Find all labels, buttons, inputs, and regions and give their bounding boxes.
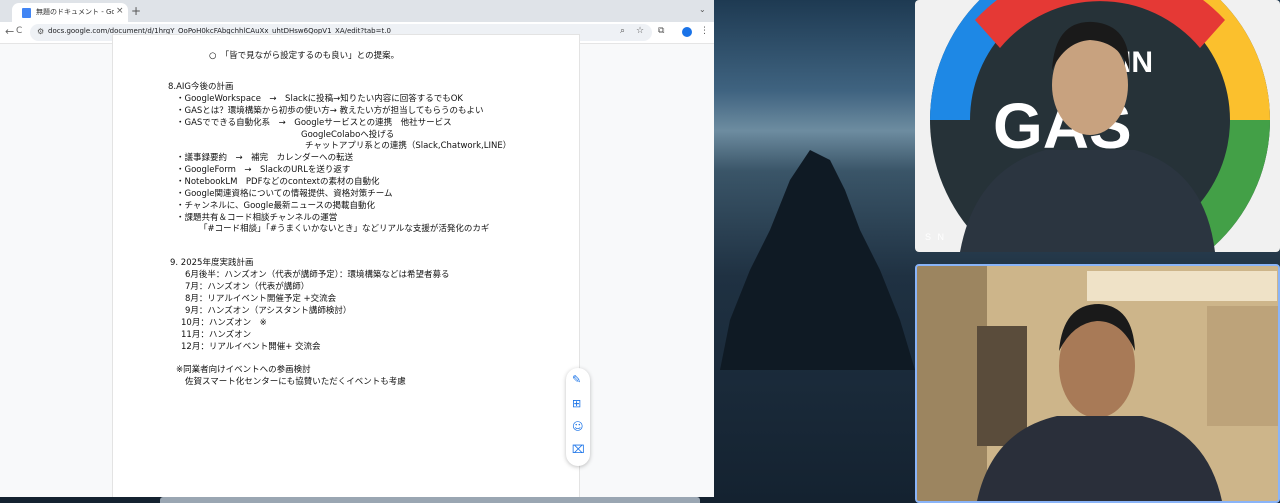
video-tile-2[interactable] [915, 264, 1280, 503]
participant-video [917, 266, 1278, 501]
menu-icon[interactable]: ⋮ [700, 26, 709, 36]
doc-line: ・GASでできる自動化系 → Googleサービスとの連携 他社サービス [176, 118, 452, 128]
doc-line: 6月後半：ハンズオン（代表が講師予定）：環境構築などは希望者募る [185, 270, 450, 280]
document-area: ○ 「皆で見ながら設定するのも良い」との提案。 8.AIG今後の計画 ・Goog… [0, 34, 714, 497]
doc-line: 10月：ハンズオン ※ [181, 318, 267, 328]
bookmark-star-icon[interactable]: ☆ [636, 26, 644, 36]
magic-edit-icon[interactable]: ✎ [572, 373, 581, 386]
doc-line: ・議事録要約 → 補完 カレンダーへの転送 [176, 153, 354, 163]
doc-line: ・NotebookLM PDFなどのcontextの素材の自動化 [176, 177, 380, 187]
document-page[interactable]: ○ 「皆で見ながら設定するのも良い」との提案。 8.AIG今後の計画 ・Goog… [112, 34, 580, 497]
reload-button[interactable]: C [16, 26, 22, 36]
doc-line: ※同業者向けイベントへの参画検討 [176, 365, 311, 375]
profile-avatar[interactable] [682, 27, 692, 37]
doc-line: 8月：リアルイベント開催予定 +交流会 [185, 294, 337, 304]
suggest-edit-icon[interactable]: ⌧ [572, 443, 585, 456]
emoji-icon[interactable]: ☺ [572, 420, 583, 433]
tab-title: 無題のドキュメント - Google ド [36, 8, 114, 16]
new-tab-button[interactable]: + [131, 4, 141, 18]
doc-line: 7月：ハンズオン（代表が講師） [185, 282, 310, 292]
tab-document[interactable]: 無題のドキュメント - Google ド × [12, 3, 128, 22]
site-info-icon[interactable]: ⚙ [37, 27, 44, 36]
doc-line: 11月：ハンズオン [181, 330, 252, 340]
extensions-icon[interactable]: ⧉ [658, 26, 664, 36]
browser-window: 無題のドキュメント - Google ド × + ⌄ ← C ⚙ docs.go… [0, 0, 714, 497]
doc-line: ・チャンネルに、Google最新ニュースの掲載自動化 [176, 201, 376, 211]
doc-line: 12月：リアルイベント開催+ 交流会 [181, 342, 321, 352]
doc-line: ・Google関連資格についての情報提供、資格対策チーム [176, 189, 393, 199]
side-actions-panel: ✎ ⊞ ☺ ⌧ [566, 368, 590, 466]
doc-line: ・GoogleWorkspace → Slackに投稿→知りたい内容に回答するで… [176, 94, 464, 104]
back-button[interactable]: ← [5, 25, 14, 38]
video-tile-1[interactable]: IN GAS S N [915, 0, 1280, 252]
dock-bar [160, 497, 700, 503]
doc-line: 9月：ハンズオン（アシスタント講師検討） [185, 306, 352, 316]
docs-icon [22, 8, 31, 18]
doc-line: ・GoogleForm → SlackのURLを送り返す [176, 165, 351, 175]
close-icon[interactable]: × [116, 6, 124, 16]
tab-strip: 無題のドキュメント - Google ド × + ⌄ [0, 0, 714, 22]
doc-line: 佐賀スマート化センターにも協賛いただくイベントも考慮 [185, 377, 406, 387]
doc-line: ・GASとは？環境構築から初歩の使い方→ 教えたい方が担当してもらうのもよい [176, 106, 484, 116]
rock-silhouette [720, 150, 915, 370]
add-comment-icon[interactable]: ⊞ [572, 397, 581, 410]
doc-heading: 8.AIG今後の計画 [168, 82, 234, 92]
zoom-icon[interactable]: ⌕ [620, 26, 625, 36]
doc-heading: 9. 2025年度実践計画 [170, 258, 254, 268]
doc-line: チャットアプリ系との連携（Slack,Chatwork,LINE） [305, 141, 512, 151]
gas-logo-graphic: IN GAS [915, 0, 1280, 252]
doc-line: 「#コード相談」「#うまくいかないとき」などリアルな支援が活発化のカギ [199, 224, 490, 234]
doc-line: ○ 「皆で見ながら設定するのも良い」との提案。 [209, 51, 400, 61]
participant-label: S N [925, 232, 947, 242]
chevron-down-icon[interactable]: ⌄ [699, 5, 706, 14]
